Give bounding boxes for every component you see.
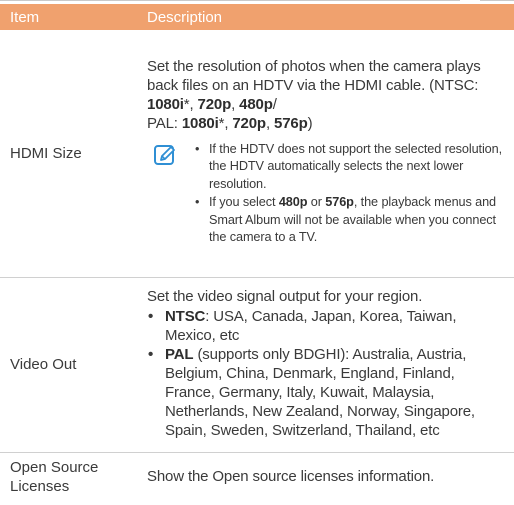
hdmi-ntsc-open: (NTSC: <box>429 76 479 94</box>
top-rule-right <box>480 0 514 1</box>
settings-table-page: Item Description HDMI Size Set the resol… <box>0 0 514 505</box>
pal-term: PAL <box>165 346 194 363</box>
ntsc-text: : USA, Canada, Japan, Korea, Taiwan, Mex… <box>165 308 457 344</box>
hdmi-close: ) <box>307 114 313 132</box>
settings-table: Item Description HDMI Size Set the resol… <box>0 4 514 502</box>
hdmi-sep-4: , <box>265 114 274 132</box>
header-description: Description <box>138 4 514 30</box>
hdmi-ntsc-1080: 1080i <box>147 95 184 113</box>
desc-video-out: Set the video signal output for your reg… <box>138 277 514 453</box>
hdmi-note: • If the HDTV does not support the selec… <box>147 141 504 247</box>
table-row-open-source-licenses: Open Source Licenses Show the Open sourc… <box>0 452 514 502</box>
note-icon <box>154 144 175 165</box>
desc-open-source-licenses: Show the Open source licenses informatio… <box>138 452 514 502</box>
item-open-source-line1: Open Source <box>10 459 99 477</box>
table-row-video-out: Video Out Set the video signal output fo… <box>0 277 514 453</box>
hdmi-pal-prefix: PAL: <box>147 114 182 132</box>
top-rule-left <box>0 0 460 1</box>
table-row-hdmi-size: HDMI Size Set the resolution of photos w… <box>0 30 514 278</box>
header-item: Item <box>0 4 138 30</box>
note-text-1: If the HDTV does not support the selecte… <box>209 141 503 191</box>
note-item: • If the HDTV does not support the selec… <box>193 141 504 194</box>
hdmi-ntsc-480: 480p <box>239 95 273 113</box>
item-open-source-licenses: Open Source Licenses <box>0 452 138 502</box>
note-item: • If you select 480p or 576p, the playba… <box>193 194 504 247</box>
list-item: • NTSC: USA, Canada, Japan, Korea, Taiwa… <box>147 307 504 345</box>
note-480p: 480p <box>278 195 308 210</box>
video-out-list: • NTSC: USA, Canada, Japan, Korea, Taiwa… <box>147 307 504 440</box>
hdmi-ntsc-720: 720p <box>197 95 232 113</box>
bullet-dot: • <box>195 195 200 210</box>
hdmi-slash: / <box>272 95 277 113</box>
table-header-row: Item Description <box>0 4 514 30</box>
video-out-desc: Set the video signal output for your reg… <box>147 288 423 305</box>
bullet-dot: • <box>148 308 154 325</box>
bullet-dot: • <box>148 346 154 363</box>
item-hdmi-size: HDMI Size <box>0 30 138 278</box>
hdmi-pal-720: 720p <box>232 114 266 132</box>
bullet-dot: • <box>195 141 200 156</box>
ntsc-term: NTSC <box>165 308 206 325</box>
note-576p: 576p <box>325 195 354 210</box>
hdmi-pal-1080: 1080i <box>181 114 219 132</box>
list-item: • PAL (supports only BDGHI): Australia, … <box>147 345 504 440</box>
item-open-source-line2: Licenses <box>10 478 70 496</box>
item-video-out: Video Out <box>0 277 138 453</box>
hdmi-sep-2: , <box>231 95 240 113</box>
note-text-or: or <box>307 195 326 210</box>
open-source-desc: Show the Open source licenses informatio… <box>147 467 435 485</box>
desc-hdmi-size: Set the resolution of photos when the ca… <box>138 30 514 278</box>
pal-text: (supports only BDGHI): Australia, Austri… <box>165 346 475 439</box>
hdmi-pal-576: 576p <box>274 114 308 132</box>
note-list: • If the HDTV does not support the selec… <box>193 141 504 247</box>
hdmi-sep-1: , <box>189 95 198 113</box>
note-text-2a: If you select <box>209 195 279 210</box>
hdmi-desc-text: Set the resolution of photos when the ca… <box>147 57 504 133</box>
